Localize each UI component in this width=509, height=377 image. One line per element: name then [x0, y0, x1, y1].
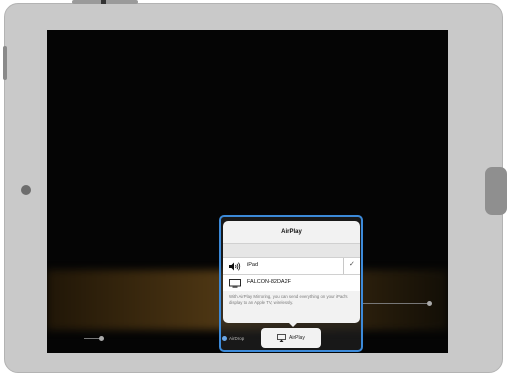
- airplay-popup: AirPlay iPad ✓ FALCON-82DA2F With AirPla…: [223, 221, 360, 323]
- volume-button: [3, 46, 7, 80]
- speaker-icon: [229, 262, 241, 271]
- airplay-icon: [277, 334, 286, 342]
- tv-icon: [229, 279, 241, 288]
- airplay-button[interactable]: AirPlay: [261, 328, 321, 348]
- selected-check: ✓: [343, 258, 360, 274]
- volume-slider-track[interactable]: [361, 303, 427, 304]
- airplay-description: With AirPlay Mirroring, you can send eve…: [229, 294, 348, 305]
- power-button-mark: [101, 0, 106, 4]
- airplay-label: AirPlay: [289, 335, 305, 341]
- section-gap: [223, 244, 360, 257]
- checkmark-icon: ✓: [349, 261, 355, 268]
- brightness-slider-thumb[interactable]: [99, 336, 104, 341]
- popup-title: AirPlay: [281, 229, 302, 235]
- device-label: FALCON-82DA2F: [247, 279, 292, 285]
- airdrop-label: AirDrop: [229, 336, 245, 341]
- airdrop-button[interactable]: AirDrop: [222, 336, 245, 342]
- volume-slider-thumb[interactable]: [427, 301, 432, 306]
- device-row-ipad[interactable]: iPad ✓: [223, 257, 360, 274]
- camera-icon: [21, 185, 31, 195]
- home-button[interactable]: [485, 167, 507, 215]
- airdrop-icon: [222, 336, 227, 342]
- device-row-falcon[interactable]: FALCON-82DA2F: [223, 274, 360, 291]
- brightness-slider-track[interactable]: [84, 338, 100, 339]
- device-label: iPad: [247, 262, 259, 268]
